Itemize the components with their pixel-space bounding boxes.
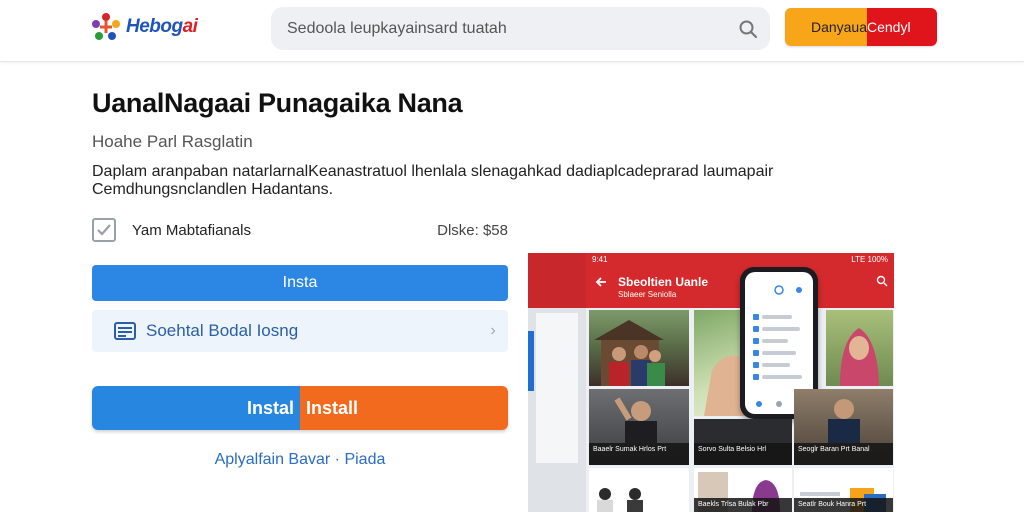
person-photo-icon [828, 399, 860, 443]
logo-icon [92, 13, 120, 40]
woman-photo-icon [840, 328, 879, 386]
option-label: Yam Mabtafianals [132, 221, 251, 239]
preview-app-title: Sbeoltien Uanle [618, 275, 709, 289]
search-icon [876, 275, 888, 287]
preview-app-subtitle: Sblaeer Seniolla [618, 290, 677, 299]
search-bar[interactable]: Sedoola leupkayainsard tuatah [271, 7, 770, 50]
option-row: Yam Mabtafianals Dlske: $58 [92, 216, 508, 244]
install-label-right: Install [300, 386, 508, 430]
option-checkbox[interactable] [92, 218, 116, 242]
install-button[interactable]: Instal Install [92, 386, 508, 430]
top-header: Hebogai Sedoola leupkayainsard tuatah Da… [0, 0, 1024, 62]
footer-link[interactable]: Aplyalfain Bavar · Piada [92, 451, 508, 469]
logo-text: Hebogai [126, 16, 198, 37]
primary-install-button[interactable]: Insta [92, 265, 508, 301]
preview-side-screen [528, 253, 586, 512]
preview-photo-tile: Seoglr Baran Prt Banal [794, 389, 893, 465]
search-input[interactable]: Sedoola leupkayainsard tuatah [287, 20, 726, 38]
page-title: UanalNagaai Punagaika Nana [92, 88, 463, 118]
site-logo[interactable]: Hebogai [90, 10, 198, 44]
install-label-left: Instal [92, 386, 300, 430]
page-description: Daplam aranpaban natarlarnalKeanastratuo… [92, 163, 774, 198]
app-screenshot-preview: 9:41 LTE 100% Sbeoltien Uanle Sblaeer Se… [528, 253, 894, 512]
preview-photo-tile [589, 468, 689, 512]
search-icon[interactable] [726, 7, 770, 50]
page-subtitle: Hoahe Parl Rasglatin [92, 132, 253, 151]
preview-photo-tile: Baekls Trlsa Bulak Pbr [694, 468, 792, 512]
cta-label-right: Cendyl [867, 8, 937, 46]
preview-photo-tile [589, 310, 689, 386]
header-cta-button[interactable]: Danyaua Cendyl [785, 8, 937, 46]
preview-photo-tile [826, 310, 893, 386]
option-meta: Dlske: $58 [437, 221, 508, 239]
preview-status-bar: 9:41 LTE 100% [592, 255, 888, 264]
details-list-item[interactable]: Soehtal Bodal Iosng › [92, 310, 508, 352]
back-arrow-icon [595, 277, 606, 287]
phone-header-icon [774, 285, 802, 295]
preview-photo-tile: Baaelr Sumak Hrlos Prt [589, 389, 689, 465]
people-photo-icon [594, 320, 665, 386]
card-icon [114, 322, 136, 340]
man-photo-icon [614, 397, 657, 443]
details-list-label: Soehtal Bodal Iosng [146, 321, 299, 340]
checkmark-icon [97, 224, 111, 236]
people-photo-icon [597, 488, 643, 512]
chevron-right-icon: › [490, 322, 496, 339]
cta-label-left: Danyaua [785, 8, 867, 46]
preview-photo-tile: Seatlr Bouk Hanra Prt [794, 468, 893, 512]
preview-photo-tile: Sorvo Sulta Belsio Hrl [694, 419, 792, 465]
